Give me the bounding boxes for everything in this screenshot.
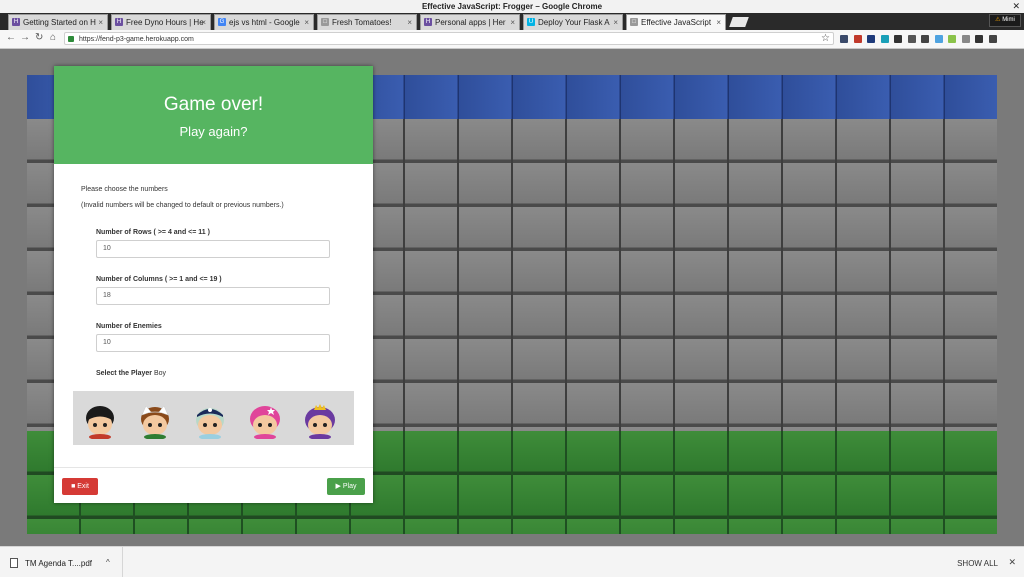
page-favicon-icon: □ (630, 18, 638, 26)
tab-close-icon[interactable]: × (407, 15, 412, 30)
extension-icon[interactable] (853, 35, 862, 43)
tab-label: ejs vs html - Google (229, 18, 300, 27)
play-button[interactable]: ▶ Play (327, 478, 365, 495)
tab-personal-apps[interactable]: H Personal apps | Her × (420, 14, 520, 30)
dialog-subtitle: Play again? (179, 124, 248, 139)
game-over-dialog: Game over! Play again? Please choose the… (54, 66, 373, 503)
address-bar[interactable]: https://fend-p3-game.herokuapp.com (64, 32, 834, 45)
heroku-favicon-icon: H (12, 18, 20, 26)
window-close-icon[interactable]: ✕ (1012, 0, 1020, 13)
columns-label: Number of Columns ( >= 1 and <= 19 ) (96, 276, 222, 283)
forward-arrow-icon[interactable]: → (20, 32, 30, 43)
download-shelf-close-icon[interactable]: ✕ (1008, 557, 1016, 568)
rows-input[interactable]: 10 (96, 240, 330, 258)
download-shelf: TM Agenda T....pdf ^ SHOW ALL ✕ (0, 546, 1024, 577)
princess-girl-character-icon[interactable] (302, 403, 338, 439)
tab-close-icon[interactable]: × (98, 15, 103, 30)
page-favicon-icon: □ (321, 18, 329, 26)
columns-input[interactable]: 18 (96, 287, 330, 305)
horn-girl-character-icon[interactable] (192, 403, 228, 439)
dialog-title: Game over! (163, 94, 264, 115)
tab-close-icon[interactable]: × (304, 15, 309, 30)
extension-icon[interactable] (840, 35, 848, 43)
validation-note: (Invalid numbers will be changed to defa… (81, 202, 284, 209)
reload-icon[interactable]: ↻ (35, 32, 43, 43)
profile-button[interactable]: ⚠ Mimi (989, 14, 1021, 27)
tab-close-icon[interactable]: × (510, 15, 515, 30)
download-item[interactable]: TM Agenda T....pdf ^ (0, 547, 123, 577)
back-arrow-icon[interactable]: ← (6, 32, 16, 43)
profile-name: Mimi (1002, 17, 1015, 23)
dialog-header: Game over! Play again? (54, 66, 373, 164)
enemies-input[interactable]: 10 (96, 334, 330, 352)
tab-ejs-google[interactable]: G ejs vs html - Google × (214, 14, 314, 30)
heroku-favicon-icon: H (424, 18, 432, 26)
extension-icon[interactable] (961, 35, 970, 43)
exit-label: Exit (77, 483, 89, 490)
play-icon: ▶ (335, 483, 341, 490)
dialog-body: Please choose the numbers (Invalid numbe… (54, 164, 373, 466)
udacity-favicon-icon: U (527, 18, 535, 26)
tab-label: Free Dyno Hours | He (126, 18, 204, 27)
pink-girl-character-icon[interactable] (247, 403, 283, 439)
pdf-file-icon (10, 558, 18, 568)
player-selector (73, 391, 354, 445)
bookmark-star-icon[interactable]: ☆ (821, 33, 830, 44)
tab-effective-javascript[interactable]: □ Effective JavaScript × (626, 14, 726, 30)
download-filename: TM Agenda T....pdf (25, 559, 93, 568)
google-favicon-icon: G (218, 18, 226, 26)
exit-button[interactable]: ■ Exit (62, 478, 98, 495)
tab-label: Getting Started on H (23, 18, 96, 27)
window-title-bar: Effective JavaScript: Frogger – Google C… (0, 0, 1024, 14)
extension-icon[interactable] (921, 35, 929, 43)
tab-strip: H Getting Started on H × H Free Dyno Hou… (0, 13, 1024, 30)
tab-close-icon[interactable]: × (613, 15, 618, 30)
tab-label: Personal apps | Her (435, 18, 506, 27)
tab-free-dyno[interactable]: H Free Dyno Hours | He × (111, 14, 211, 30)
secure-lock-icon (68, 36, 74, 42)
tab-deploy-flask[interactable]: U Deploy Your Flask A × (523, 14, 623, 30)
boy-character-icon[interactable] (82, 403, 118, 439)
selected-player: Boy (153, 370, 167, 377)
url-text: https://fend-p3-game.herokuapp.com (79, 36, 194, 43)
rows-label: Number of Rows ( >= 4 and <= 11 ) (96, 229, 210, 236)
extension-icon[interactable] (948, 35, 956, 43)
window-title: Effective JavaScript: Frogger – Google C… (421, 2, 603, 11)
extension-icon[interactable] (867, 35, 875, 43)
tab-label: Effective JavaScript (641, 18, 712, 27)
download-menu-icon[interactable]: ^ (106, 558, 110, 567)
cat-girl-character-icon[interactable] (137, 403, 173, 439)
player-label: Select the Player Boy (96, 370, 166, 377)
extension-icon[interactable] (975, 35, 983, 43)
home-icon[interactable]: ⌂ (50, 32, 56, 43)
tab-close-icon[interactable]: × (716, 15, 721, 30)
extension-icon[interactable] (894, 35, 902, 43)
extension-icon[interactable] (988, 35, 997, 43)
tab-getting-started[interactable]: H Getting Started on H × (8, 14, 108, 30)
show-all-button[interactable]: SHOW ALL (957, 559, 998, 568)
tab-fresh-tomatoes[interactable]: □ Fresh Tomatoes! × (317, 14, 417, 30)
instructions-text: Please choose the numbers (81, 186, 168, 193)
play-label: Play (342, 483, 357, 490)
heroku-favicon-icon: H (115, 18, 123, 26)
player-label-text: Select the Player (96, 370, 153, 377)
extension-icon[interactable] (880, 35, 889, 43)
extension-icon[interactable] (907, 35, 916, 43)
dialog-footer: ■ Exit ▶ Play (54, 467, 373, 504)
enemies-label: Number of Enemies (96, 323, 162, 330)
tab-close-icon[interactable]: × (201, 15, 206, 30)
stop-icon: ■ (71, 483, 76, 490)
tab-label: Fresh Tomatoes! (332, 18, 392, 27)
tab-label: Deploy Your Flask A (538, 18, 610, 27)
extension-icon[interactable] (934, 35, 943, 43)
warning-icon: ⚠ (995, 17, 1001, 23)
